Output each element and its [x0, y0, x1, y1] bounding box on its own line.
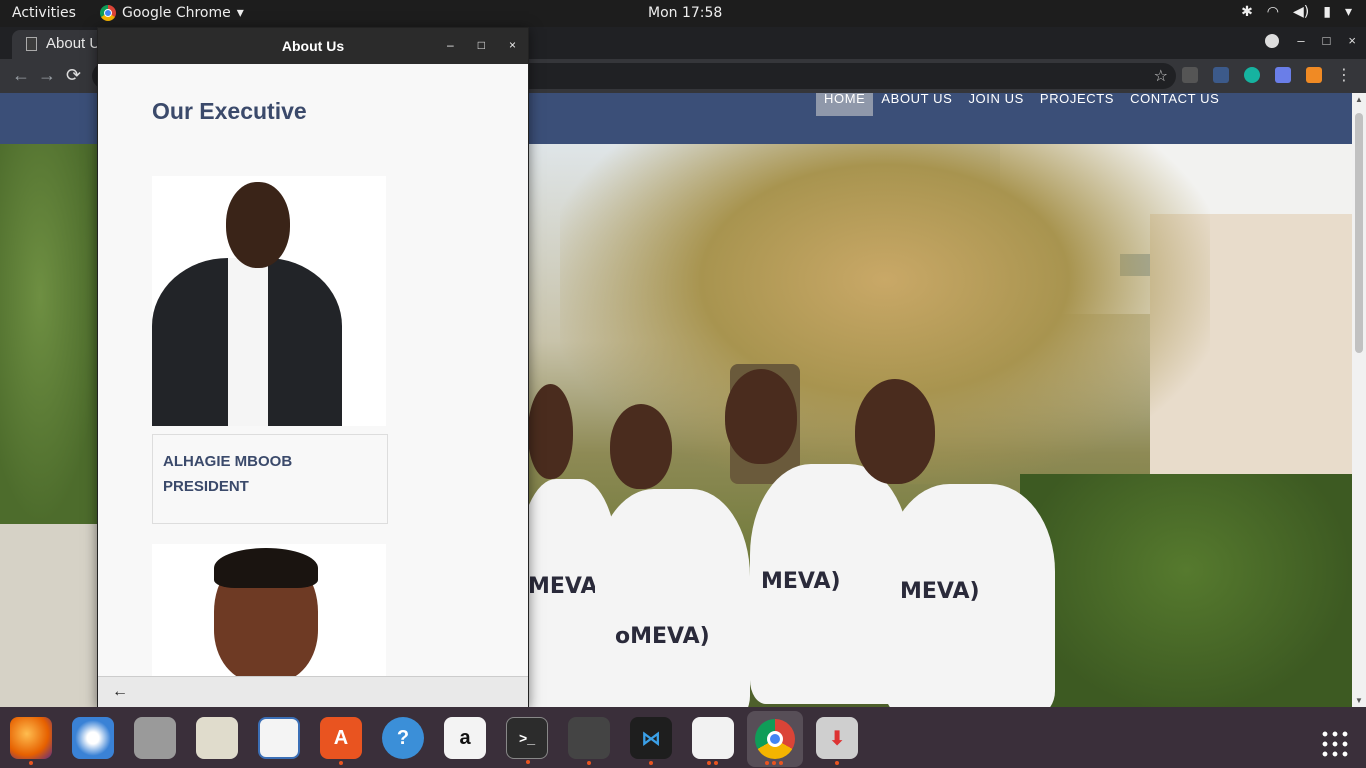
extension-icon[interactable]: [1213, 67, 1229, 83]
extension-icon[interactable]: [1306, 67, 1322, 83]
chrome-menu-icon[interactable]: ⋮: [1336, 65, 1352, 85]
popup-window-controls: – □ ×: [447, 38, 516, 52]
dock: A ? a >_ ⋈ ⬇: [0, 707, 1366, 768]
chevron-down-icon: ▾: [236, 5, 244, 21]
battery-icon[interactable]: ▮: [1323, 4, 1331, 20]
about-us-window: About Us – □ × Our Executive ALHAGIE MBO…: [97, 27, 529, 708]
scrollbar-thumb[interactable]: [1355, 113, 1363, 353]
scroll-down-icon[interactable]: ▼: [1355, 696, 1363, 705]
video-editor-icon[interactable]: [568, 717, 610, 765]
nav-about-us[interactable]: ABOUT US: [873, 93, 960, 116]
document-icon[interactable]: [692, 717, 734, 765]
extensions: [1182, 67, 1322, 83]
popup-footer: ←: [98, 676, 528, 708]
window-controls: – □ ×: [1265, 33, 1356, 48]
close-button[interactable]: ×: [1348, 33, 1356, 48]
bushes: [1020, 474, 1352, 707]
tab-title: About U: [46, 35, 101, 52]
bluetooth-icon[interactable]: ✱: [1241, 4, 1253, 20]
popup-titlebar[interactable]: About Us – □ ×: [98, 28, 528, 64]
popup-content[interactable]: Our Executive ALHAGIE MBOOB PRESIDENT: [98, 64, 528, 676]
member-role: PRESIDENT: [163, 478, 249, 495]
bookmark-star-icon[interactable]: ☆: [1154, 66, 1168, 86]
rhythmbox-icon[interactable]: [196, 717, 238, 759]
nav-join-us[interactable]: JOIN US: [960, 93, 1031, 116]
app-menu[interactable]: Google Chrome ▾: [100, 5, 244, 21]
extension-icon[interactable]: [1182, 67, 1198, 83]
chevron-down-icon[interactable]: ▾: [1345, 4, 1352, 20]
reload-button[interactable]: ⟳: [66, 65, 81, 86]
section-title: Our Executive: [152, 98, 307, 124]
nav-contact-us[interactable]: CONTACT US: [1122, 93, 1227, 116]
firefox-icon[interactable]: [10, 717, 52, 765]
tree: [0, 144, 100, 524]
vscode-icon[interactable]: ⋈: [630, 717, 672, 765]
back-button[interactable]: ←: [12, 65, 30, 86]
nav-home[interactable]: HOME: [816, 93, 874, 116]
maximize-button[interactable]: □: [1323, 33, 1331, 48]
files-icon[interactable]: [134, 717, 176, 759]
clock[interactable]: Mon 17:58: [648, 5, 722, 21]
system-tray[interactable]: ✱ ◠ ◀) ▮ ▾: [1241, 4, 1352, 20]
activities-button[interactable]: Activities: [12, 5, 76, 21]
terminal-icon[interactable]: >_: [506, 717, 548, 764]
executive-card: ALHAGIE MBOOB PRESIDENT: [152, 434, 388, 524]
gnome-top-bar: Activities Google Chrome ▾ Mon 17:58 ✱ ◠…: [0, 0, 1366, 27]
member-name: ALHAGIE MBOOB: [163, 453, 293, 470]
page-scrollbar[interactable]: ▲ ▼: [1352, 93, 1366, 707]
nav-projects[interactable]: PROJECTS: [1032, 93, 1122, 116]
extension-icon[interactable]: [1244, 67, 1260, 83]
close-button[interactable]: ×: [509, 38, 516, 52]
minimize-button[interactable]: –: [447, 38, 454, 52]
chrome-icon[interactable]: [747, 711, 803, 767]
libreoffice-impress-icon[interactable]: [258, 717, 300, 759]
wifi-icon[interactable]: ◠: [1267, 4, 1279, 20]
app-name: Google Chrome: [122, 5, 231, 21]
scroll-up-icon[interactable]: ▲: [1355, 95, 1363, 104]
installer-icon[interactable]: ⬇: [816, 717, 858, 765]
thunderbird-icon[interactable]: [72, 717, 114, 759]
ground: [0, 524, 100, 707]
forward-button[interactable]: →: [38, 65, 56, 86]
executive-photo: [152, 176, 386, 426]
executive-photo: [152, 544, 386, 676]
amazon-icon[interactable]: a: [444, 717, 486, 759]
minimize-button[interactable]: –: [1297, 33, 1304, 48]
back-button[interactable]: ←: [112, 683, 128, 701]
show-applications-icon[interactable]: [1320, 729, 1348, 757]
extension-icon[interactable]: [1275, 67, 1291, 83]
profile-icon[interactable]: [1265, 33, 1280, 48]
software-center-icon[interactable]: A: [320, 717, 362, 765]
maximize-button[interactable]: □: [478, 38, 485, 52]
volume-icon[interactable]: ◀): [1293, 4, 1309, 20]
page-icon: [26, 37, 37, 51]
chrome-icon: [100, 5, 116, 21]
help-icon[interactable]: ?: [382, 717, 424, 759]
